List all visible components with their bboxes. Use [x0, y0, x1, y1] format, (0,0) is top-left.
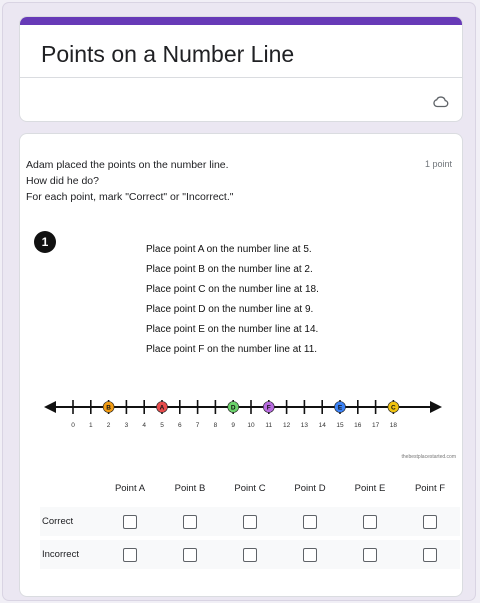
- instruction-line: Place point F on the number line at 11.: [146, 344, 318, 355]
- prompt-line: For each point, mark "Correct" or "Incor…: [26, 191, 234, 203]
- point-label-a: A: [160, 405, 165, 412]
- tick-label: 11: [265, 422, 272, 429]
- grid-row-incorrect: Incorrect: [40, 540, 460, 569]
- instruction-line: Place point E on the number line at 14.: [146, 324, 319, 335]
- checkbox-incorrect-point-e[interactable]: [363, 547, 377, 562]
- form-header-card: Points on a Number Line: [19, 16, 463, 122]
- checkbox-correct-point-c[interactable]: [243, 514, 257, 529]
- points-label: 1 point: [424, 159, 452, 169]
- checkbox-incorrect-point-b[interactable]: [183, 547, 197, 562]
- tick-label: 12: [283, 422, 291, 429]
- form-title: Points on a Number Line: [41, 41, 295, 67]
- tick-label: 6: [178, 422, 182, 429]
- question-prompt: Adam placed the points on the number lin…: [26, 157, 233, 205]
- point-label-f: F: [267, 405, 271, 412]
- tick-label: 17: [372, 422, 380, 429]
- column-header: Point E: [354, 482, 386, 494]
- instructions-list: Place point A on the number line at 5. P…: [20, 240, 462, 360]
- checkbox-incorrect-point-d[interactable]: [303, 547, 317, 562]
- row-label: Incorrect: [42, 549, 79, 560]
- grid-row-correct: Correct: [40, 507, 460, 536]
- tick-label: 15: [336, 422, 344, 429]
- tick-label: 10: [247, 422, 255, 429]
- grid-header-row: Point A Point B Point C Point D Point E …: [40, 476, 460, 500]
- cloud-saved-icon[interactable]: [432, 93, 450, 111]
- column-header: Point D: [294, 482, 326, 494]
- row-label: Correct: [42, 516, 74, 527]
- point-label-d: D: [231, 405, 236, 412]
- checkbox-incorrect-point-f[interactable]: [423, 547, 437, 562]
- header-divider: [20, 77, 462, 78]
- checkbox-correct-point-b[interactable]: [183, 514, 197, 529]
- instruction-line: Place point D on the number line at 9.: [146, 304, 314, 315]
- tick-label: 1: [89, 422, 93, 429]
- tick-label: 13: [301, 422, 309, 429]
- checkbox-correct-point-a[interactable]: [123, 514, 137, 529]
- right-arrow-icon: [430, 401, 442, 413]
- column-header: Point B: [174, 482, 206, 494]
- tick-label: 0: [71, 422, 75, 429]
- instruction-line: Place point A on the number line at 5.: [146, 244, 312, 255]
- checkbox-correct-point-e[interactable]: [363, 514, 377, 529]
- checkbox-incorrect-point-c[interactable]: [243, 547, 257, 562]
- prompt-line: How did he do?: [26, 175, 99, 187]
- choice-grid: Point A Point B Point C Point D Point E …: [40, 476, 460, 569]
- instruction-line: Place point C on the number line at 18.: [146, 284, 319, 295]
- checkbox-incorrect-point-a[interactable]: [123, 547, 137, 562]
- point-label-e: E: [338, 405, 343, 412]
- prompt-line: Adam placed the points on the number lin…: [26, 159, 229, 171]
- question-card: Adam placed the points on the number lin…: [19, 133, 463, 597]
- left-arrow-icon: [44, 401, 56, 413]
- point-label-c: C: [391, 405, 396, 412]
- image-credit: thebestplacestarted.com: [401, 454, 456, 460]
- instruction-line: Place point B on the number line at 2.: [146, 264, 313, 275]
- column-header: Point F: [414, 482, 446, 494]
- form-frame: Points on a Number Line Adam placed the …: [3, 3, 475, 600]
- tick-label: 16: [354, 422, 362, 429]
- point-label-b: B: [106, 405, 111, 412]
- tick-label: 8: [214, 422, 218, 429]
- header-accent-bar: [20, 17, 462, 25]
- tick-label: 14: [319, 422, 327, 429]
- column-header: Point A: [114, 482, 146, 494]
- tick-label: 5: [160, 422, 164, 429]
- checkbox-correct-point-d[interactable]: [303, 514, 317, 529]
- column-header: Point C: [234, 482, 266, 494]
- number-line: 0 1 2 3 4 5 6 7 8 9 10 11 12 13 14 15 16 17 18AB CD EF: [44, 400, 442, 429]
- tick-label: 9: [231, 422, 235, 429]
- tick-label: 7: [196, 422, 200, 429]
- tick-label: 2: [107, 422, 111, 429]
- checkbox-correct-point-f[interactable]: [423, 514, 437, 529]
- tick-label: 3: [125, 422, 129, 429]
- tick-label: 4: [142, 422, 146, 429]
- tick-label: 18: [390, 422, 398, 429]
